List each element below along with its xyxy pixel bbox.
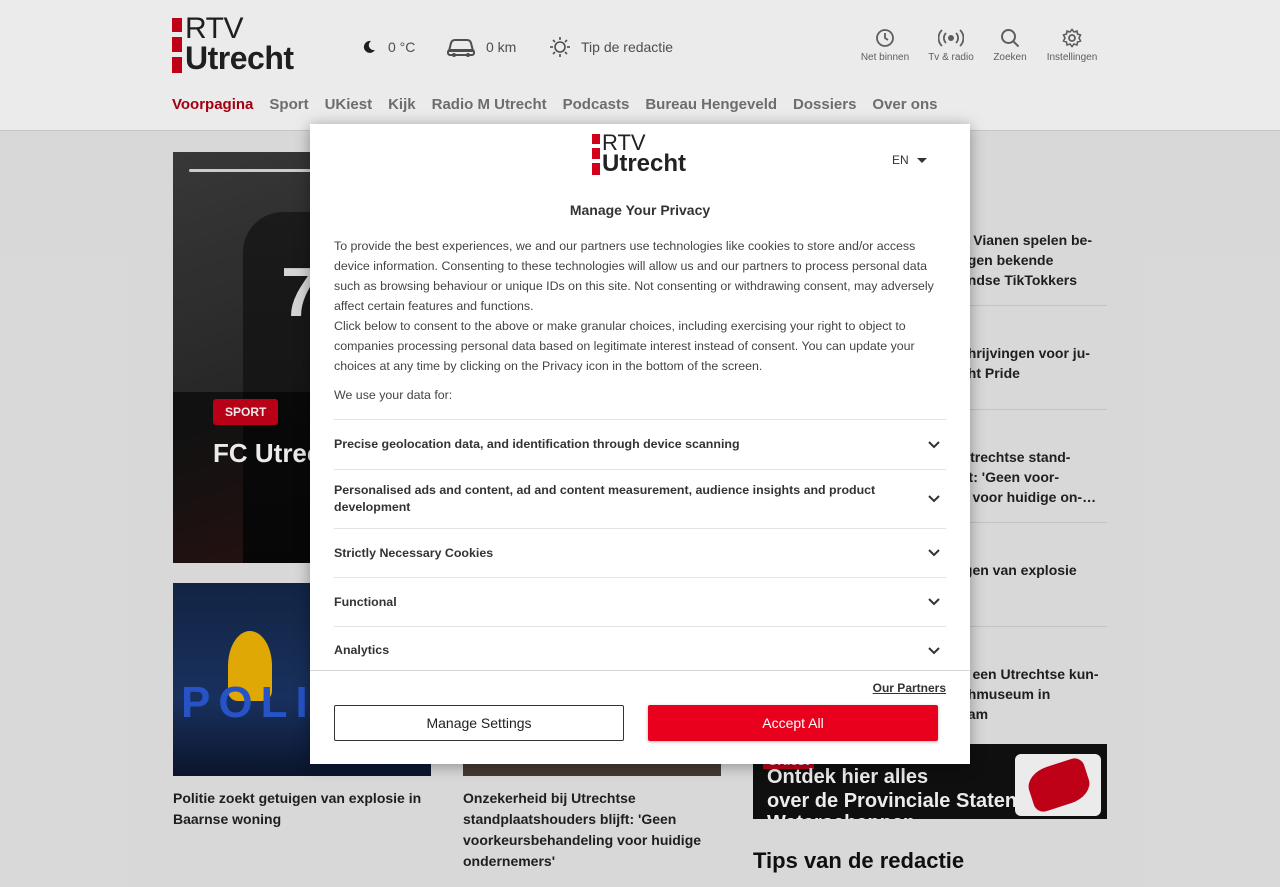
purpose-accordion-necessary[interactable]: Strictly Necessary Cookies <box>334 528 946 577</box>
chevron-down-icon <box>928 646 940 654</box>
data-use-intro: We use your data for: <box>334 388 453 402</box>
language-select[interactable]: EN <box>892 153 927 167</box>
description-paragraph: Click below to consent to the above or m… <box>334 319 915 373</box>
description-paragraph: To provide the best experiences, we and … <box>334 239 934 313</box>
purpose-label: Personalised ads and content, ad and con… <box>334 483 876 514</box>
accept-all-button[interactable]: Accept All <box>648 705 938 741</box>
our-partners-link[interactable]: Our Partners <box>873 681 946 695</box>
purpose-accordion-geolocation[interactable]: Precise geolocation data, and identifica… <box>334 419 946 469</box>
dialog-title: Manage Your Privacy <box>569 202 711 218</box>
dialog-footer: Our Partners Manage Settings Accept All <box>310 670 970 764</box>
manage-settings-button[interactable]: Manage Settings <box>334 705 624 741</box>
purpose-label: Functional <box>334 594 397 609</box>
chevron-down-icon <box>928 495 940 503</box>
chevron-down-icon <box>928 440 940 448</box>
logo-bar-bottom <box>592 163 600 175</box>
modal-logo-text-bottom: Utrecht <box>602 150 687 177</box>
caret-down-icon <box>916 157 927 163</box>
purpose-accordion-functional[interactable]: Functional <box>334 577 946 626</box>
logo-bar-top <box>592 134 600 144</box>
privacy-consent-dialog: RTV Utrecht EN Manage Your Privacy To pr… <box>310 124 970 764</box>
chevron-down-icon <box>928 598 940 606</box>
purpose-label: Strictly Necessary Cookies <box>334 545 494 560</box>
purpose-accordion-personalised-ads[interactable]: Personalised ads and content, ad and con… <box>334 469 946 528</box>
purpose-label: Precise geolocation data, and identifica… <box>334 437 740 451</box>
logo-bar-middle <box>592 148 600 159</box>
language-value: EN <box>892 153 909 167</box>
modal-logo: RTV Utrecht <box>592 132 692 177</box>
dialog-description: To provide the best experiences, we and … <box>334 236 946 376</box>
chevron-down-icon <box>928 549 940 557</box>
purpose-label: Analytics <box>334 643 390 657</box>
purpose-accordion-analytics[interactable]: Analytics <box>334 626 946 674</box>
